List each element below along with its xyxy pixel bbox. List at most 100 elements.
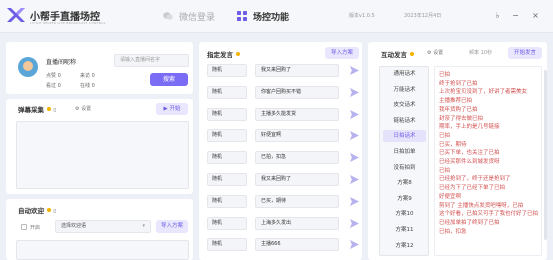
welcome-enable-checkbox[interactable]: 开启	[21, 224, 40, 231]
script-line: 期率，手上的是几号链接	[439, 124, 500, 131]
category-item[interactable]: 方案9	[383, 193, 426, 205]
assign-import-button[interactable]: 导入方案	[325, 47, 359, 59]
row-mode-select[interactable]: 随机	[207, 129, 247, 143]
row-text-input[interactable]: 上海多久发出	[255, 216, 339, 230]
danmu-settings-label: 设置	[81, 106, 92, 112]
row-mode-select[interactable]: 随机	[207, 216, 247, 230]
bell-icon[interactable]: ♭	[492, 10, 503, 21]
row-text-input[interactable]: 主播666	[255, 238, 339, 252]
interact-start-button[interactable]: 开始发言	[508, 47, 542, 59]
row-mode-select[interactable]: 随机	[207, 64, 247, 77]
send-icon[interactable]	[350, 66, 359, 75]
tab-field-control-label: 场控功能	[253, 13, 290, 23]
stat-watched-value: 0	[57, 83, 61, 89]
danmu-log-area[interactable]	[16, 121, 189, 189]
script-line: 剪到了 主播快点发货吧嘿呀，已拍	[439, 202, 524, 209]
category-item[interactable]: 方案10	[383, 208, 426, 220]
stat-online: 在线 0	[80, 82, 95, 89]
stat-visits-label: 来访	[80, 73, 91, 79]
tab-wechat-login[interactable]: 微信登录	[163, 10, 215, 23]
interact-title-text: 互动发言	[381, 51, 407, 59]
row-text-input[interactable]: 你客户回购买不错	[255, 85, 339, 99]
stat-visits-value: 0	[91, 73, 95, 79]
category-item[interactable]: 方案12	[383, 240, 426, 252]
script-line: 已拍	[439, 132, 451, 139]
close-icon[interactable]: ×	[530, 10, 541, 21]
minimize-icon[interactable]: −	[510, 10, 521, 21]
welcome-select[interactable]: 选择欢迎语 ▾	[55, 220, 151, 233]
danmu-title: 弹幕采集 0	[18, 104, 56, 114]
settings-icon: ⚙	[427, 50, 432, 56]
stat-likes-value: 0	[57, 73, 61, 79]
welcome-count: 0	[53, 209, 57, 215]
category-item[interactable]: 通用话术	[383, 68, 426, 80]
row-text-input[interactable]: 主播多久能发货	[255, 107, 339, 121]
send-icon[interactable]	[350, 87, 359, 97]
room-name-input[interactable]: 请输入直播间名字	[114, 54, 189, 67]
settings-icon: ⚙	[75, 106, 80, 112]
search-button[interactable]: 搜索	[150, 73, 188, 86]
category-item[interactable]: 日拍话术	[383, 130, 426, 143]
welcome-select-value: 选择欢迎语	[61, 223, 87, 229]
status-dot	[47, 107, 51, 111]
send-icon[interactable]	[350, 131, 359, 141]
row-mode-select[interactable]: 随机	[207, 85, 247, 99]
danmu-start-label: 开始	[169, 106, 181, 112]
grid-icon	[237, 11, 247, 21]
script-line: 好便宜啊	[439, 193, 462, 200]
script-line: 已经抢到了，终于还是抢到了	[439, 176, 511, 183]
welcome-import-button[interactable]: 导入方案	[156, 220, 188, 233]
stat-watched: 看过 0	[46, 82, 61, 89]
category-item[interactable]: 万能话术	[383, 84, 426, 96]
category-item[interactable]: 没有拍到	[383, 162, 426, 174]
script-line: 已经买那件么到城发货呀	[439, 159, 500, 165]
send-icon[interactable]	[350, 109, 359, 119]
row-mode-select[interactable]: 随机	[207, 238, 247, 252]
category-item[interactable]: 日拍加单	[383, 146, 426, 158]
stat-likes-label: 点赞	[46, 73, 57, 79]
danmu-start-button[interactable]: ▶ 开始	[156, 103, 188, 115]
send-icon[interactable]	[350, 218, 359, 228]
row-text-input[interactable]: 已买，期待	[255, 194, 339, 208]
script-line: 已拍	[439, 72, 451, 78]
row-text-input[interactable]: 好便宜啊	[255, 129, 339, 143]
send-icon[interactable]	[350, 153, 359, 163]
checkbox-icon	[21, 224, 27, 230]
tab-wechat-login-label: 微信登录	[179, 13, 216, 23]
chevron-down-icon: ▾	[142, 223, 145, 229]
scrollbar[interactable]	[544, 70, 547, 240]
status-dot	[47, 208, 51, 212]
script-line: 终于抢到了已拍	[439, 80, 478, 87]
send-icon[interactable]	[350, 175, 359, 184]
version-label: 版本v1.0.5	[349, 13, 375, 19]
category-item[interactable]: 链粘话术	[383, 115, 426, 127]
tab-field-control[interactable]: 场控功能	[237, 10, 289, 23]
row-text-input[interactable]: 我又来回购了	[255, 173, 339, 186]
row-mode-select[interactable]: 随机	[207, 107, 247, 121]
script-line: 我年货购了已拍	[439, 106, 478, 113]
danmu-settings[interactable]: ⚙ 设置	[75, 105, 91, 112]
row-text-input[interactable]: 我又来回购了	[255, 64, 339, 77]
send-icon[interactable]	[350, 196, 359, 206]
category-item[interactable]: 方案8	[383, 177, 426, 189]
status-dot	[410, 52, 414, 56]
row-mode-select[interactable]: 随机	[207, 151, 247, 165]
interact-settings[interactable]: ⚙ 设置	[427, 49, 443, 56]
stat-watched-label: 看过	[46, 83, 57, 89]
streamer-name: 直播间昵称	[46, 59, 77, 66]
welcome-title: 自动欢迎 0	[18, 205, 56, 215]
welcome-enable-label: 开启	[30, 225, 41, 231]
welcome-title-text: 自动欢迎	[18, 207, 44, 215]
assign-title: 指定发言	[207, 49, 240, 59]
row-mode-select[interactable]: 随机	[207, 173, 247, 186]
category-item[interactable]: 皮交话术	[383, 99, 426, 111]
row-mode-select[interactable]: 随机	[207, 194, 247, 208]
script-line: 已经加单拍了终到了已拍	[439, 219, 500, 226]
danmu-count: 0	[53, 108, 57, 114]
script-line: 这个好看，已拍又可手了我也付好了已拍	[439, 211, 539, 218]
script-line: 上次抢宝贝没到了，好讲了者需美女	[439, 89, 528, 96]
send-icon[interactable]	[350, 240, 359, 250]
category-item[interactable]: 方案11	[383, 224, 426, 236]
row-text-input[interactable]: 已拍，扣急	[255, 151, 339, 165]
stat-online-label: 在线	[80, 83, 91, 89]
